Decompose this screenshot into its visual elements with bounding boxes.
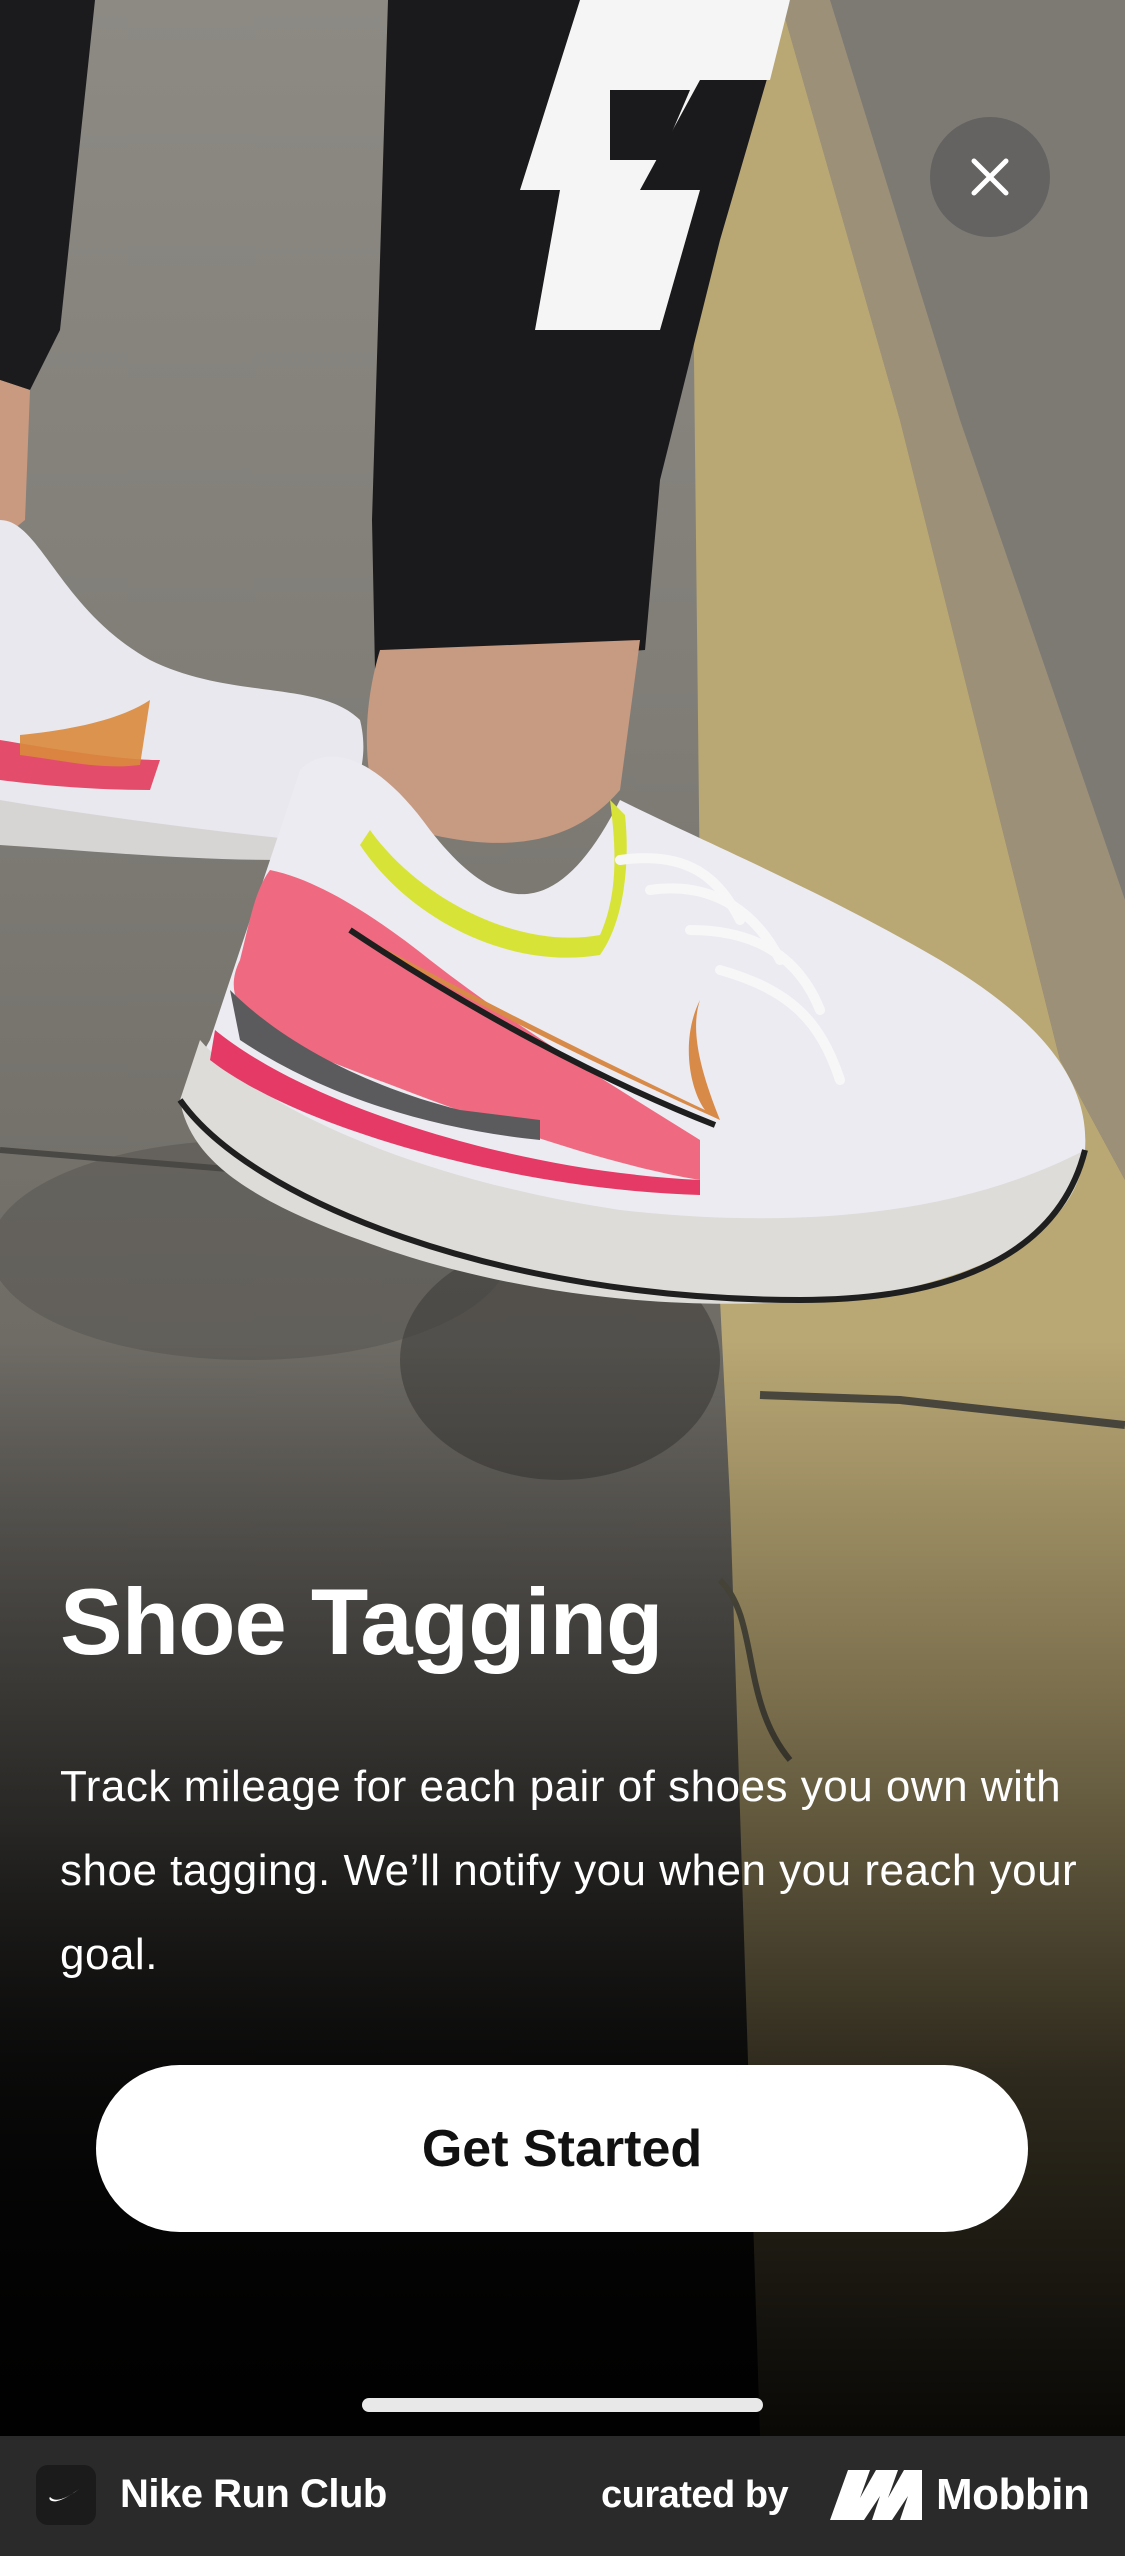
nrc-app-icon: [36, 2465, 96, 2525]
onboarding-screen: Shoe Tagging Track mileage for each pair…: [0, 0, 1125, 2436]
close-button[interactable]: [930, 117, 1050, 237]
feature-description: Track mileage for each pair of shoes you…: [60, 1762, 1078, 1979]
attribution-footer: Nike Run Club curated by Mobbin: [0, 2436, 1125, 2556]
home-indicator: [362, 2398, 763, 2412]
close-icon: [971, 158, 1009, 196]
page-title: Shoe Tagging: [60, 1569, 663, 1674]
mobbin-logo-icon: [830, 2470, 922, 2520]
get-started-button[interactable]: Get Started: [96, 2065, 1028, 2232]
nike-swoosh-icon: [49, 2487, 82, 2502]
mobbin-brand-text: Mobbin: [936, 2470, 1090, 2519]
curated-by-label: curated by: [601, 2474, 789, 2516]
app-name: Nike Run Club: [120, 2472, 387, 2516]
